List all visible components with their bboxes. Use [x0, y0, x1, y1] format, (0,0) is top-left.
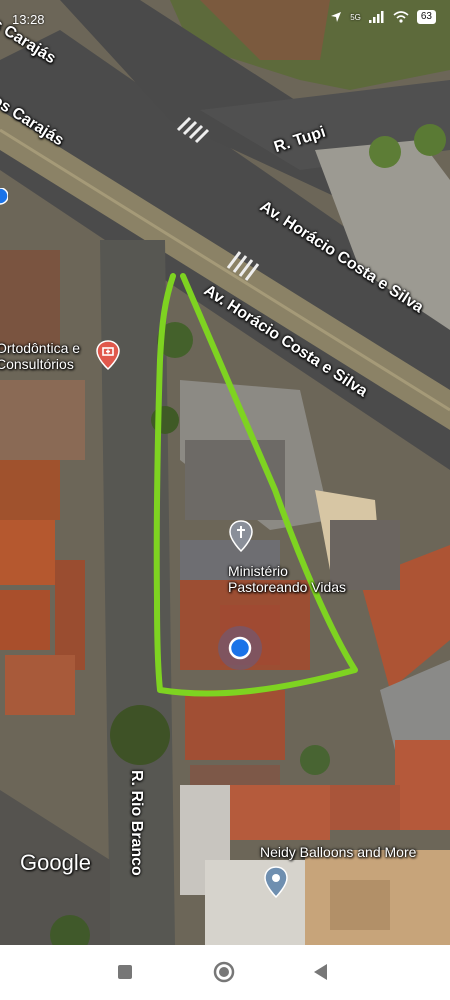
partial-pin-icon[interactable]	[0, 188, 8, 212]
place-ministerio[interactable]: Ministério Pastoreando Vidas	[228, 563, 346, 595]
battery-indicator: 63	[416, 10, 436, 24]
navigation-bar	[0, 945, 450, 1000]
screen: os Carajás os Carajás R. Tupi Av. Horáci…	[0, 0, 450, 1000]
network-type: 5G	[350, 12, 361, 22]
street-label-rio-branco: R. Rio Branco	[128, 770, 145, 876]
wifi-icon	[393, 11, 409, 23]
status-time: 13:28	[12, 12, 45, 27]
church-pin-icon[interactable]	[229, 520, 253, 552]
highlight-outline	[153, 273, 358, 697]
location-arrow-icon	[331, 12, 342, 22]
square-icon	[118, 965, 132, 979]
signal-icon	[368, 11, 384, 23]
medical-pin-icon[interactable]	[96, 340, 120, 370]
back-button[interactable]	[306, 957, 336, 987]
status-icons: 5G 63	[330, 10, 436, 24]
place-neidy[interactable]: Neidy Balloons and More	[260, 844, 416, 860]
back-triangle-icon	[314, 964, 327, 980]
place-ortodontica[interactable]: Ortodôntica e Consultórios	[0, 340, 80, 372]
status-bar: 13:28 5G 63	[0, 0, 450, 38]
map-canvas[interactable]: os Carajás os Carajás R. Tupi Av. Horáci…	[0, 0, 450, 945]
recent-apps-button[interactable]	[110, 957, 140, 987]
place-ministerio-line2: Pastoreando Vidas	[228, 579, 347, 595]
google-attribution: Google	[20, 850, 91, 875]
place-pin-icon[interactable]	[264, 866, 288, 898]
place-ortodontica-line2: Consultórios	[0, 356, 74, 372]
current-location-marker[interactable]	[210, 618, 270, 678]
place-ministerio-line1: Ministério	[228, 563, 288, 579]
home-button[interactable]	[209, 957, 239, 987]
place-ortodontica-line1: Ortodôntica e	[0, 340, 81, 356]
